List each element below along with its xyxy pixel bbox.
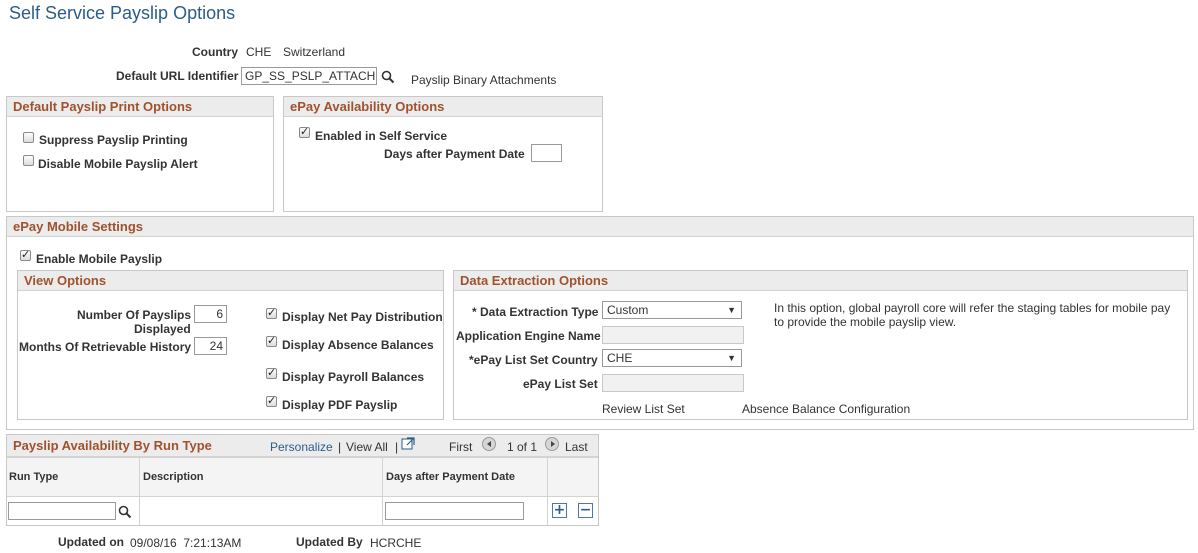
grid-divider xyxy=(139,457,140,525)
net-pay-distribution-checkbox[interactable] xyxy=(266,306,277,319)
review-list-set-link[interactable]: Review List Set xyxy=(602,402,685,416)
absence-balances-label: Display Absence Balances xyxy=(282,338,434,352)
col-run-type[interactable]: Run Type xyxy=(9,471,58,483)
updated-on-label: Updated on xyxy=(58,535,124,549)
grid-separator: | xyxy=(338,440,342,454)
personalize-link[interactable]: Personalize xyxy=(270,440,333,454)
num-payslips-label: Number Of Payslips xyxy=(77,308,192,322)
app-engine-input xyxy=(602,326,744,344)
list-set-country-label: *ePay List Set Country xyxy=(469,353,598,367)
chevron-down-icon: ▼ xyxy=(727,353,736,363)
extraction-info-text: In this option, global payroll core will… xyxy=(774,301,1171,329)
list-set-country-select[interactable]: CHE ▼ xyxy=(602,349,742,367)
chevron-down-icon: ▼ xyxy=(727,305,736,315)
disable-alert-checkbox[interactable] xyxy=(23,155,34,166)
country-code: CHE xyxy=(246,45,272,59)
page-title: Self Service Payslip Options xyxy=(9,3,236,23)
list-set-input xyxy=(602,374,744,392)
extraction-type-select[interactable]: Custom ▼ xyxy=(602,301,742,319)
pdf-payslip-label: Display PDF Payslip xyxy=(282,398,398,412)
enable-mobile-payslip-label: Enable Mobile Payslip xyxy=(36,252,163,266)
payroll-balances-checkbox[interactable] xyxy=(266,366,277,379)
view-options-title: View Options xyxy=(18,271,443,291)
availability-title: ePay Availability Options xyxy=(284,97,602,117)
col-days-after-payment[interactable]: Days after Payment Date xyxy=(386,471,515,483)
col-description[interactable]: Description xyxy=(143,471,204,483)
last-label: Last xyxy=(565,440,588,454)
pdf-payslip-checkbox[interactable] xyxy=(266,394,277,407)
list-set-label: ePay List Set xyxy=(523,377,598,391)
payroll-balances-label: Display Payroll Balances xyxy=(282,370,425,384)
updated-by-label: Updated By xyxy=(296,535,363,549)
absence-config-link[interactable]: Absence Balance Configuration xyxy=(742,402,910,416)
num-payslips-label-line2: Displayed xyxy=(134,322,191,336)
zoom-grid-icon[interactable] xyxy=(401,437,415,450)
extraction-options-box: Data Extraction Options xyxy=(453,270,1188,420)
updated-by-value: HCRCHE xyxy=(370,536,422,550)
previous-row-icon[interactable] xyxy=(482,437,496,451)
extraction-options-title: Data Extraction Options xyxy=(454,271,1187,291)
enabled-self-service-checkbox[interactable] xyxy=(299,125,310,138)
add-row-plus-icon[interactable]: + xyxy=(552,503,567,518)
url-description: Payslip Binary Attachments xyxy=(411,73,557,87)
country-name: Switzerland xyxy=(283,45,346,59)
run-type-input[interactable] xyxy=(8,502,116,520)
run-type-days-input[interactable] xyxy=(385,502,524,520)
list-set-country-value: CHE xyxy=(607,351,633,365)
updated-on-value: 09/08/16 7:21:13AM xyxy=(130,536,242,550)
country-label: Country xyxy=(192,45,238,59)
run-type-search-icon[interactable] xyxy=(118,505,132,519)
enabled-self-service-label: Enabled in Self Service xyxy=(315,129,448,143)
days-after-payment-label: Days after Payment Date xyxy=(384,147,525,161)
next-row-icon[interactable] xyxy=(545,437,559,451)
print-options-title: Default Payslip Print Options xyxy=(7,97,273,117)
first-label: First xyxy=(449,440,473,454)
url-identifier-label: Default URL Identifier xyxy=(116,69,239,83)
months-history-label: Months Of Retrievable History xyxy=(19,340,192,354)
url-identifier-input[interactable]: GP_SS_PSLP_ATTACH xyxy=(241,67,377,85)
row-range: 1 of 1 xyxy=(507,440,538,454)
delete-row-minus-icon[interactable]: − xyxy=(578,503,593,518)
extraction-type-value: Custom xyxy=(607,303,649,317)
suppress-printing-checkbox[interactable] xyxy=(23,132,34,143)
disable-alert-label: Disable Mobile Payslip Alert xyxy=(38,157,198,171)
grid-separator: | xyxy=(395,440,399,454)
enable-mobile-payslip-checkbox[interactable] xyxy=(20,248,31,261)
mobile-settings-title: ePay Mobile Settings xyxy=(7,217,1193,237)
extraction-type-label: * Data Extraction Type xyxy=(472,305,599,319)
url-lookup-search-icon[interactable] xyxy=(381,70,395,84)
num-payslips-input[interactable]: 6 xyxy=(194,305,227,323)
months-history-input[interactable]: 24 xyxy=(194,337,227,355)
net-pay-distribution-label: Display Net Pay Distribution xyxy=(282,310,443,324)
grid-divider xyxy=(547,457,548,525)
suppress-printing-label: Suppress Payslip Printing xyxy=(39,133,188,147)
grid-divider xyxy=(382,457,383,525)
view-all-link[interactable]: View All xyxy=(346,440,388,454)
absence-balances-checkbox[interactable] xyxy=(266,334,277,347)
days-after-payment-input[interactable] xyxy=(531,144,562,162)
app-engine-label: Application Engine Name xyxy=(456,329,601,343)
print-options-box: Default Payslip Print Options xyxy=(6,96,274,212)
